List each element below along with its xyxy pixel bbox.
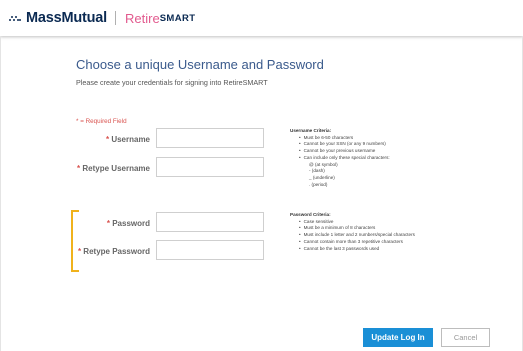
retype-password-input[interactable] (156, 240, 264, 260)
page: MassMutual Retire SMART Choose a unique … (0, 0, 523, 351)
required-star: * (105, 135, 110, 144)
username-label-text: Username (111, 135, 150, 144)
special-chars-list: @ (at symbol) - (dash) _ (underline) . (… (290, 162, 490, 189)
password-criteria-title: Password Criteria: (290, 212, 331, 217)
password-criteria: Password Criteria: Case sensitive Must b… (290, 212, 510, 252)
criteria-item: Cannot be the last 3 passwords used (299, 246, 510, 253)
retype-password-label: * Retype Password (20, 247, 150, 256)
special-char-item: . (period) (309, 181, 328, 187)
criteria-item: Must be 6-50 characters (299, 135, 490, 142)
product-name-prefix: Retire (125, 10, 160, 26)
username-input[interactable] (156, 128, 264, 148)
criteria-item: Cannot contain more than 3 repetitive ch… (299, 239, 510, 246)
username-criteria-list: Must be 6-50 characters Cannot be your S… (290, 135, 490, 162)
criteria-item: Must include 1 letter and 2 numbers/spec… (299, 232, 510, 239)
password-input[interactable] (156, 212, 264, 232)
required-star: * (77, 164, 81, 173)
product-name-suffix: SMART (159, 12, 196, 24)
massmutual-dots-icon (9, 13, 23, 23)
retype-username-label: * Retype Username (20, 164, 150, 173)
special-char-item: @ (at symbol) (309, 161, 338, 167)
brand-divider (115, 11, 116, 25)
special-char-item: _ (underline) (309, 174, 335, 180)
username-criteria-title: Username Criteria: (290, 128, 332, 133)
criteria-item: Must be a minimum of 8 characters (299, 225, 510, 232)
username-label: * Username (20, 135, 150, 144)
required-star: * (77, 247, 82, 256)
password-criteria-list: Case sensitive Must be a minimum of 8 ch… (290, 219, 510, 253)
required-field-note: * = Required Field (76, 118, 127, 125)
brand-logo-text: MassMutual (26, 10, 107, 26)
required-star: * (106, 219, 110, 228)
app-header: MassMutual Retire SMART (0, 0, 523, 36)
password-label: * Password (20, 219, 150, 228)
retype-password-label-text: Retype Password (83, 247, 150, 256)
page-subtitle: Please create your credentials for signi… (76, 78, 268, 87)
password-label-text: Password (112, 219, 150, 228)
criteria-item: Cannot be your SSN (or any 9 numbers) (299, 141, 490, 148)
special-char-item: - (dash) (309, 168, 325, 174)
cancel-button[interactable]: Cancel (441, 328, 490, 347)
update-login-button[interactable]: Update Log In (363, 328, 433, 347)
criteria-item: Case sensitive (299, 219, 510, 226)
criteria-item: Can include only these special character… (299, 155, 490, 162)
criteria-item: Cannot be your previous username (299, 148, 490, 155)
username-criteria: Username Criteria: Must be 6-50 characte… (290, 128, 490, 188)
page-title: Choose a unique Username and Password (76, 57, 324, 72)
retype-username-input[interactable] (156, 157, 264, 177)
retype-username-label-text: Retype Username (82, 164, 150, 173)
